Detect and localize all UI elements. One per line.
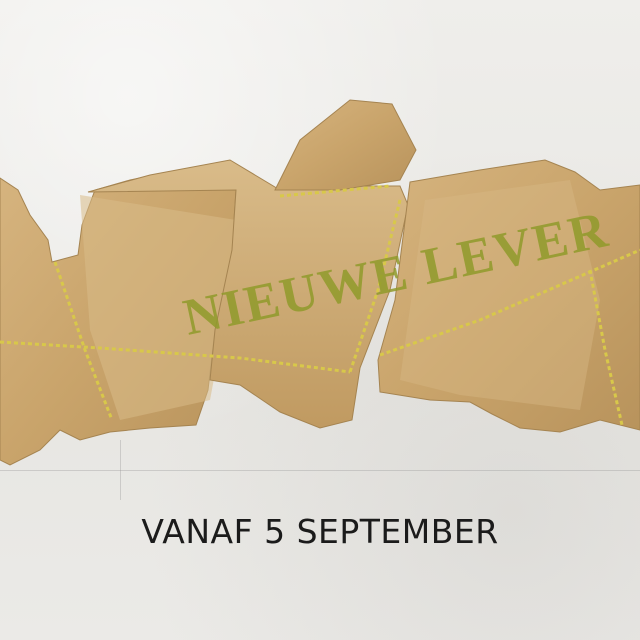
top-package: [274, 99, 417, 191]
tagline: VANAF 5 SEPTEMBER: [141, 512, 499, 551]
